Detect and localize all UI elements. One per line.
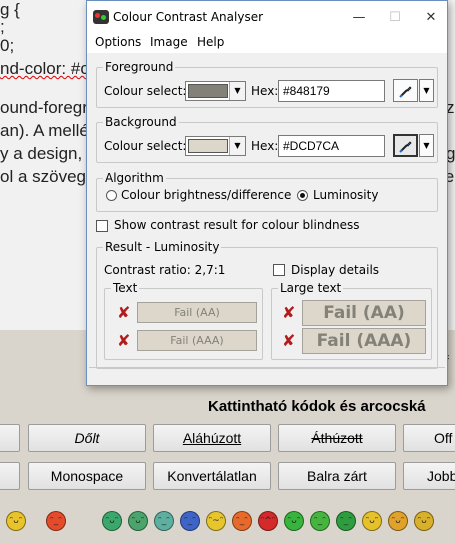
result-title: Result - Luminosity: [103, 240, 222, 254]
align-right-button[interactable]: Jobb: [403, 462, 455, 490]
fail-icon: ✘: [282, 331, 296, 350]
eyedropper-icon: [398, 140, 412, 153]
editor-line: ound-foregr: [0, 98, 88, 117]
editor-line: 0;: [0, 36, 15, 55]
underline-button[interactable]: Aláhúzott: [153, 424, 271, 452]
align-left-button[interactable]: Balra zárt: [278, 462, 396, 490]
smiley-icon[interactable]: ᵔᴗᵔ: [6, 511, 26, 531]
text-result-group: Text ✘ Fail (AA) ✘ Fail (AAA): [104, 281, 263, 360]
italic-button[interactable]: Dőlt: [28, 424, 146, 452]
smiley-icon[interactable]: ᵔᴗᵔ: [414, 511, 434, 531]
large-text-aaa-result: Fail (AAA): [302, 328, 426, 354]
contrast-analyser-window: Colour Contrast Analyser — ☐ ✕ Options I…: [86, 0, 448, 386]
display-details-label[interactable]: Display details: [291, 263, 379, 277]
large-text-aa-result: Fail (AA): [302, 300, 426, 326]
smiley-icon[interactable]: ᵔ_ᵔ: [180, 511, 200, 531]
off-button[interactable]: Off: [403, 424, 455, 452]
radio-brightness[interactable]: [106, 190, 117, 201]
large-text-result-title: Large text: [278, 281, 344, 295]
foreground-colour-select-label: Colour select:: [104, 84, 187, 98]
display-details-checkbox[interactable]: [273, 264, 285, 276]
colour-blindness-checkbox[interactable]: [96, 220, 108, 232]
smiley-icon[interactable]: ᵔ_ᵔ: [310, 511, 330, 531]
codes-heading: Kattintható kódok és arcocská: [208, 398, 426, 415]
foreground-swatch: [188, 84, 228, 98]
background-swatch: [188, 139, 228, 153]
monospace-button[interactable]: Monospace: [28, 462, 146, 490]
chevron-down-icon[interactable]: ▼: [229, 82, 245, 100]
foreground-eyedropper-button[interactable]: [393, 79, 418, 102]
radio-luminosity[interactable]: [297, 190, 308, 201]
fail-icon: ✘: [117, 303, 131, 322]
smiley-icon[interactable]: ᵔ_ᵔ: [46, 511, 66, 531]
text-result-title: Text: [111, 281, 140, 295]
background-hex-label: Hex:: [251, 139, 279, 153]
smiley-icon[interactable]: ᵔᴗᵔ: [128, 511, 148, 531]
smiley-icon[interactable]: ᵔᴗᵔ: [388, 511, 408, 531]
fail-icon: ✘: [282, 303, 296, 322]
radio-luminosity-label[interactable]: Luminosity: [313, 188, 378, 202]
chevron-down-icon[interactable]: ▼: [229, 137, 245, 155]
algorithm-group: Algorithm Colour brightness/difference L…: [96, 171, 438, 212]
algorithm-title: Algorithm: [103, 171, 166, 185]
foreground-picker-menu-button[interactable]: ▼: [419, 79, 434, 102]
editor-line: nd-color: #c: [0, 59, 89, 78]
background-colour-select-label: Colour select:: [104, 139, 187, 153]
editor-line: ;: [0, 17, 5, 36]
strikethrough-button[interactable]: Áthúzott: [278, 424, 396, 452]
editor-line: an). A mellé: [0, 121, 89, 140]
smiley-icon[interactable]: ᵔᴗᵔ: [284, 511, 304, 531]
editor-line: ol a szöveg: [0, 167, 86, 186]
menu-image[interactable]: Image: [150, 35, 188, 49]
smiley-icon[interactable]: ᵔ~ᵔ: [206, 511, 226, 531]
contrast-ratio: Contrast ratio: 2,7:1: [104, 263, 226, 277]
smiley-icon[interactable]: ᵔ_ᵔ: [336, 511, 356, 531]
smiley-icon[interactable]: ᵔ_ᵔ: [154, 511, 174, 531]
app-icon: [93, 10, 109, 24]
foreground-hex-label: Hex:: [251, 84, 279, 98]
result-group: Result - Luminosity Contrast ratio: 2,7:…: [96, 240, 438, 369]
foreground-title: Foreground: [103, 60, 176, 74]
large-text-result-group: Large text ✘ Fail (AA) ✘ Fail (AAA): [271, 281, 432, 360]
format-button-partial[interactable]: [0, 462, 20, 490]
fail-icon: ✘: [117, 331, 131, 350]
window-title: Colour Contrast Analyser: [113, 10, 264, 24]
menu-options[interactable]: Options: [95, 35, 141, 49]
background-eyedropper-button[interactable]: [393, 134, 418, 157]
text-aa-result: Fail (AA): [137, 302, 257, 323]
colour-blindness-label[interactable]: Show contrast result for colour blindnes…: [114, 218, 360, 232]
status-bar: [89, 367, 445, 383]
title-bar[interactable]: Colour Contrast Analyser — ☐ ✕: [87, 1, 447, 33]
background-hex-input[interactable]: [278, 135, 385, 157]
foreground-group: Foreground Colour select: ▼ Hex: ▼: [96, 60, 438, 108]
radio-brightness-label[interactable]: Colour brightness/difference: [121, 188, 291, 202]
menu-help[interactable]: Help: [197, 35, 224, 49]
format-button-partial[interactable]: [0, 424, 20, 452]
background-colour-select[interactable]: ▼: [185, 136, 246, 156]
foreground-hex-input[interactable]: [278, 80, 385, 102]
foreground-colour-select[interactable]: ▼: [185, 81, 246, 101]
unconverted-button[interactable]: Konvertálatlan: [153, 462, 271, 490]
background-group: Background Colour select: ▼ Hex: ▼: [96, 115, 438, 163]
close-button[interactable]: ✕: [413, 6, 449, 30]
smiley-icon[interactable]: ᵔ_ᵔ: [232, 511, 252, 531]
eyedropper-icon: [398, 85, 412, 98]
background-title: Background: [103, 115, 179, 129]
minimize-button[interactable]: —: [341, 6, 377, 30]
smiley-icon[interactable]: ᵔ^ᵔ: [258, 511, 278, 531]
text-aaa-result: Fail (AAA): [137, 330, 257, 351]
editor-line: y a design,: [0, 144, 83, 163]
smiley-icon[interactable]: ᵔᴗᵔ: [362, 511, 382, 531]
maximize-button[interactable]: ☐: [377, 6, 413, 30]
background-picker-menu-button[interactable]: ▼: [419, 134, 434, 157]
smiley-icon[interactable]: ᵔᴗᵔ: [102, 511, 122, 531]
menu-bar: Options Image Help: [87, 33, 447, 53]
